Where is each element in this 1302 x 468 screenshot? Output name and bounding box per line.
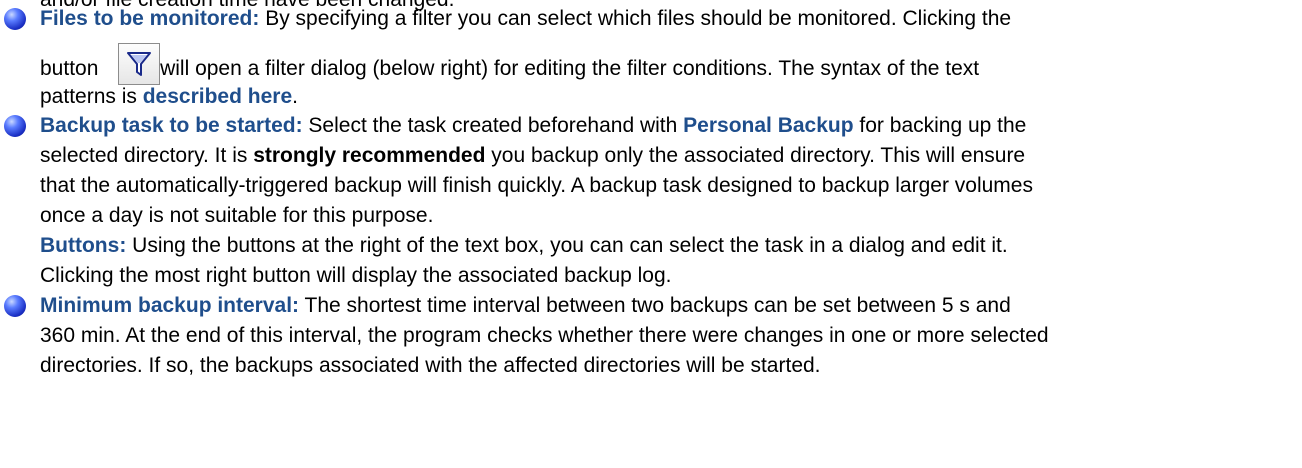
min-interval-text-1: The shortest time interval between two b… [304,294,1011,317]
backup-task-term: Backup task to be started: [40,114,303,137]
backup-task-text-1b: for backing up the [859,114,1027,137]
bullet-icon [4,8,26,30]
backup-task-line-4: once a day is not suitable for this purp… [40,204,434,227]
button-word: button [40,57,99,80]
buttons-line-2: Clicking the most right button will disp… [40,264,672,287]
buttons-term: Buttons: [40,234,127,257]
backup-task-text-2b: you backup only the associated directory… [491,144,1026,167]
files-monitored-text-1: By specifying a filter you can select wh… [265,7,1012,30]
backup-task-line-3: that the automatically-triggered backup … [40,174,1033,197]
backup-task-text-2a: selected directory. It is [40,144,248,167]
period: . [292,85,298,108]
filter-funnel-icon [127,52,151,76]
files-monitored-line-2: button will open a filter dialog (below … [40,56,979,82]
files-monitored-line-1: Files to be monitored: By specifying a f… [40,6,1011,32]
described-here-link[interactable]: described here [143,85,292,108]
filter-dialog-text: will open a filter dialog (below right) … [160,57,980,80]
patterns-text: patterns is [40,85,137,108]
backup-task-text-1a: Select the task created beforehand with [308,114,678,137]
filter-button[interactable] [118,43,160,85]
min-interval-term: Minimum backup interval: [40,294,300,317]
backup-task-line-2: selected directory. It is strongly recom… [40,143,1025,169]
backup-task-line-1: Backup task to be started: Select the ta… [40,113,1026,139]
buttons-line-1: Buttons: Using the buttons at the right … [40,233,1008,259]
bullet-icon [4,115,26,137]
files-monitored-term: Files to be monitored: [40,7,260,30]
min-interval-line-1: Minimum backup interval: The shortest ti… [40,293,1011,319]
buttons-text-1: Using the buttons at the right of the te… [132,234,1008,257]
min-interval-line-3: directories. If so, the backups associat… [40,354,821,377]
bullet-icon [4,295,26,317]
strongly-recommended-text: strongly recommended [253,144,486,167]
min-interval-line-2: 360 min. At the end of this interval, th… [40,324,1049,347]
personal-backup-link[interactable]: Personal Backup [683,114,853,137]
files-monitored-line-3: patterns is described here. [40,84,298,110]
